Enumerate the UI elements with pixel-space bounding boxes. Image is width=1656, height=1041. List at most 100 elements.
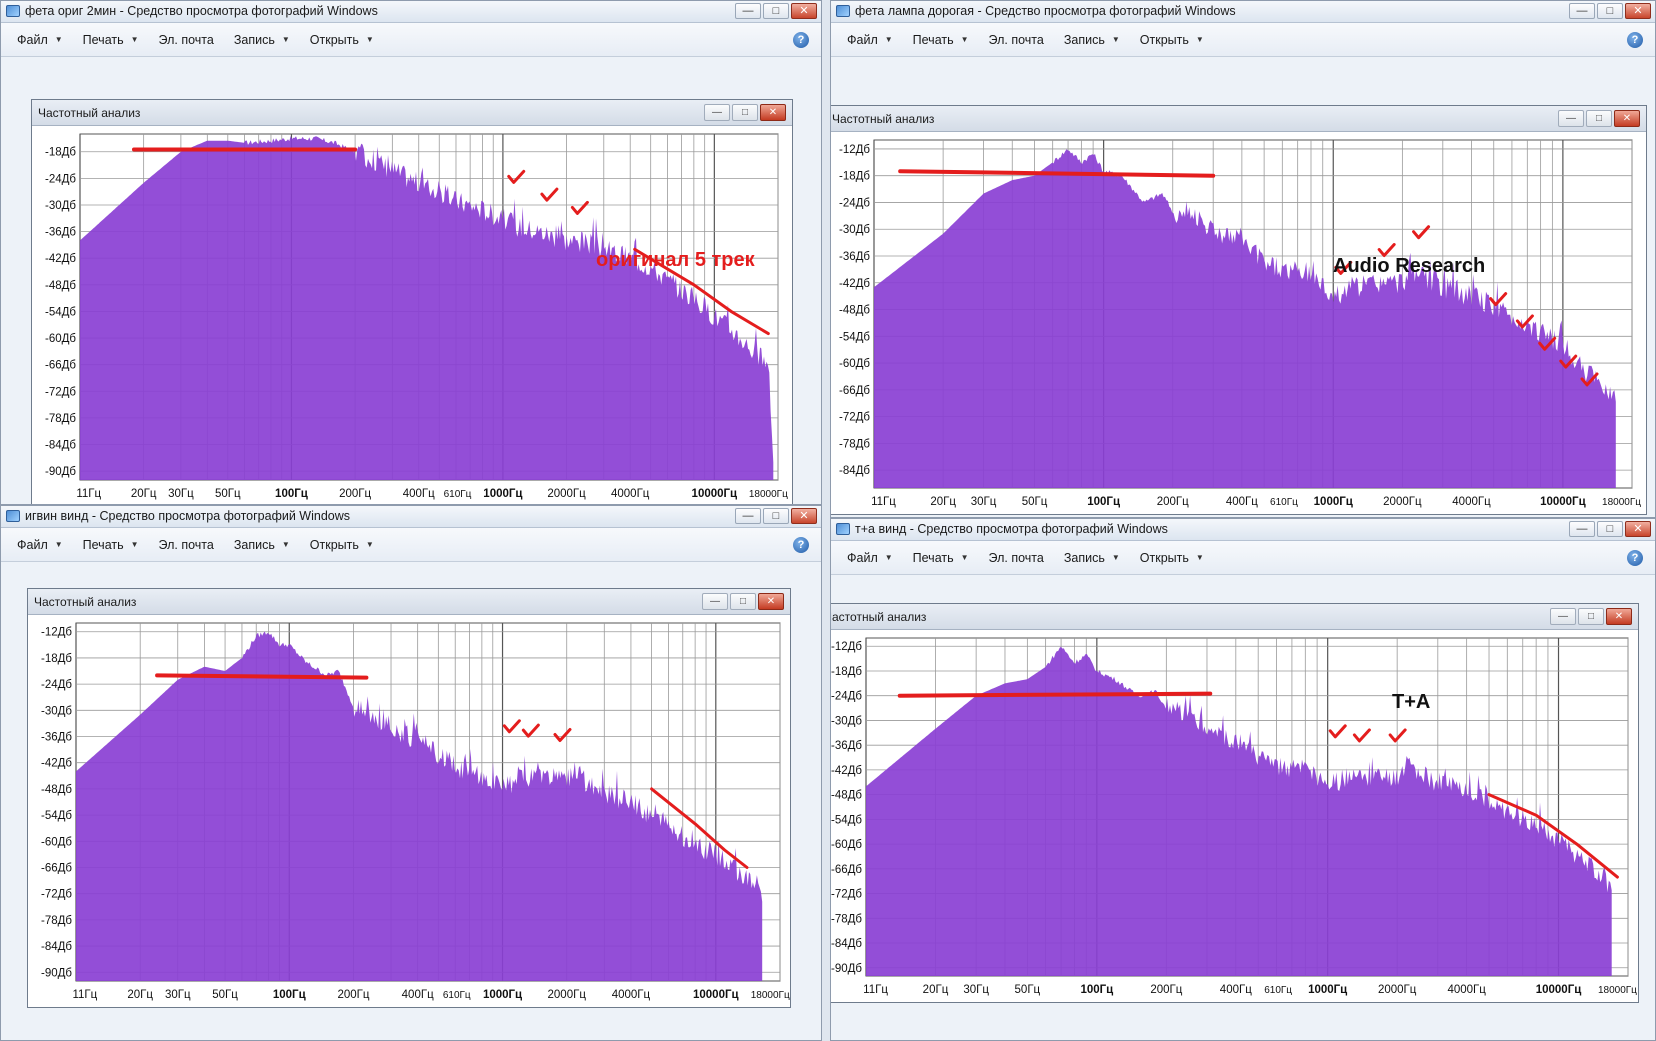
x-tick-label: 20Гц bbox=[131, 488, 157, 500]
menu-print[interactable]: Печать ▼ bbox=[83, 528, 139, 561]
x-tick-label: 200Гц bbox=[339, 488, 371, 500]
menu-email[interactable]: Эл. почта bbox=[989, 23, 1044, 56]
x-tick-label: 10000Гц bbox=[692, 488, 738, 500]
menu-print-label: Печать bbox=[912, 550, 954, 565]
y-tick-label: -18Дб bbox=[45, 147, 76, 159]
window-title: т+а винд - Средство просмотра фотографий… bbox=[855, 522, 1168, 536]
maximize-button[interactable]: □ bbox=[1578, 608, 1604, 625]
close-button[interactable]: ✕ bbox=[1606, 608, 1632, 625]
help-icon[interactable]: ? bbox=[1627, 550, 1643, 566]
menu-open-label: Открыть bbox=[309, 537, 359, 552]
x-tick-label: 18000Гц bbox=[751, 990, 790, 1001]
x-tick-label: 4000Гц bbox=[611, 488, 650, 500]
help-icon[interactable]: ? bbox=[1627, 32, 1643, 48]
window-titlebar[interactable]: игвин винд - Средство просмотра фотограф… bbox=[1, 506, 821, 528]
y-tick-label: -78Дб bbox=[45, 413, 76, 425]
menu-file[interactable]: Файл ▼ bbox=[17, 23, 63, 56]
chevron-down-icon: ▼ bbox=[1195, 552, 1204, 562]
help-icon[interactable]: ? bbox=[793, 537, 809, 553]
menu-burn[interactable]: Запись ▼ bbox=[234, 23, 290, 56]
frequency-analysis-titlebar[interactable]: Частотный анализ — □ ✕ bbox=[831, 106, 1646, 132]
y-tick-label: -18Дб bbox=[839, 171, 870, 183]
menu-email[interactable]: Эл. почта bbox=[159, 528, 214, 561]
menu-open[interactable]: Открыть ▼ bbox=[310, 23, 374, 56]
x-tick-label: 20Гц bbox=[127, 989, 153, 1001]
menu-email[interactable]: Эл. почта bbox=[989, 541, 1044, 574]
help-icon[interactable]: ? bbox=[793, 32, 809, 48]
window-titlebar[interactable]: т+а винд - Средство просмотра фотографий… bbox=[831, 519, 1655, 541]
menu-file[interactable]: Файл ▼ bbox=[17, 528, 63, 561]
y-tick-label: -18Дб bbox=[831, 666, 862, 678]
photo-viewer-window-3: игвин винд - Средство просмотра фотограф… bbox=[0, 505, 822, 1041]
frequency-analysis-titlebar[interactable]: Частотный анализ — □ ✕ bbox=[28, 589, 790, 615]
minimize-button[interactable]: — bbox=[1550, 608, 1576, 625]
minimize-button[interactable]: — bbox=[1569, 521, 1595, 537]
x-tick-label: 100Гц bbox=[1087, 496, 1120, 508]
window-titlebar[interactable]: фета лампа дорогая - Средство просмотра … bbox=[831, 1, 1655, 23]
x-tick-label: 200Гц bbox=[1157, 496, 1189, 508]
x-tick-label: 2000Гц bbox=[1383, 496, 1422, 508]
red-level-line bbox=[897, 691, 1213, 698]
close-button[interactable]: ✕ bbox=[1625, 3, 1651, 19]
y-tick-label: -54Дб bbox=[831, 814, 862, 826]
x-tick-label: 50Гц bbox=[1022, 496, 1048, 508]
handwritten-annotation: оригинал 5 трек bbox=[596, 249, 755, 271]
minimize-button[interactable]: — bbox=[702, 593, 728, 610]
maximize-button[interactable]: □ bbox=[1597, 3, 1623, 19]
y-tick-label: -24Дб bbox=[831, 691, 862, 703]
menu-email[interactable]: Эл. почта bbox=[159, 23, 214, 56]
x-tick-label: 30Гц bbox=[165, 989, 191, 1001]
y-tick-label: -66Дб bbox=[839, 385, 870, 397]
menu-open-label: Открыть bbox=[1139, 32, 1189, 47]
x-tick-label: 400Гц bbox=[402, 989, 434, 1001]
minimize-button[interactable]: — bbox=[704, 104, 730, 121]
minimize-button[interactable]: — bbox=[735, 508, 761, 524]
window-titlebar[interactable]: фета ориг 2мин - Средство просмотра фото… bbox=[1, 1, 821, 23]
photo-viewer-app-icon bbox=[6, 510, 20, 522]
maximize-button[interactable]: □ bbox=[1597, 521, 1623, 537]
maximize-button[interactable]: □ bbox=[763, 508, 789, 524]
menu-burn[interactable]: Запись ▼ bbox=[1064, 541, 1120, 574]
menu-print[interactable]: Печать ▼ bbox=[913, 541, 969, 574]
menu-print-label: Печать bbox=[82, 537, 124, 552]
close-button[interactable]: ✕ bbox=[791, 3, 817, 19]
y-tick-label: -30Дб bbox=[831, 715, 862, 727]
menu-burn[interactable]: Запись ▼ bbox=[234, 528, 290, 561]
viewer-menubar: Файл ▼ Печать ▼ Эл. почта Запись ▼ Открыть ▼… bbox=[831, 541, 1655, 575]
frequency-analysis-titlebar[interactable]: Частотный анализ — □ ✕ bbox=[831, 604, 1638, 630]
close-button[interactable]: ✕ bbox=[758, 593, 784, 610]
menu-file-label: Файл bbox=[847, 550, 878, 565]
x-tick-label: 18000Гц bbox=[749, 489, 788, 500]
maximize-button[interactable]: □ bbox=[730, 593, 756, 610]
close-button[interactable]: ✕ bbox=[791, 508, 817, 524]
maximize-button[interactable]: □ bbox=[1586, 110, 1612, 127]
y-tick-label: -48Дб bbox=[831, 790, 862, 802]
menu-print[interactable]: Печать ▼ bbox=[83, 23, 139, 56]
y-tick-label: -54Дб bbox=[45, 306, 76, 318]
x-tick-label: 30Гц bbox=[971, 496, 997, 508]
close-button[interactable]: ✕ bbox=[1625, 521, 1651, 537]
x-tick-label: 50Гц bbox=[215, 488, 241, 500]
menu-open[interactable]: Открыть ▼ bbox=[1140, 23, 1204, 56]
menu-burn[interactable]: Запись ▼ bbox=[1064, 23, 1120, 56]
minimize-button[interactable]: — bbox=[1558, 110, 1584, 127]
menu-file[interactable]: Файл ▼ bbox=[847, 23, 893, 56]
menu-open[interactable]: Открыть ▼ bbox=[1140, 541, 1204, 574]
menu-print-label: Печать bbox=[82, 32, 124, 47]
minimize-button[interactable]: — bbox=[735, 3, 761, 19]
menu-file[interactable]: Файл ▼ bbox=[847, 541, 893, 574]
maximize-button[interactable]: □ bbox=[732, 104, 758, 121]
close-button[interactable]: ✕ bbox=[1614, 110, 1640, 127]
frequency-analysis-window: Частотный анализ — □ ✕ -12Дб -18Дб -24Дб -3… bbox=[27, 588, 791, 1008]
close-button[interactable]: ✕ bbox=[760, 104, 786, 121]
menu-open[interactable]: Открыть ▼ bbox=[310, 528, 374, 561]
minimize-button[interactable]: — bbox=[1569, 3, 1595, 19]
x-tick-label: 1000Гц bbox=[1314, 496, 1353, 508]
photo-viewer-app-icon bbox=[836, 523, 850, 535]
x-tick-label: 10000Гц bbox=[1540, 496, 1586, 508]
x-tick-label: 100Гц bbox=[273, 989, 306, 1001]
frequency-analysis-titlebar[interactable]: Частотный анализ — □ ✕ bbox=[32, 100, 792, 126]
maximize-button[interactable]: □ bbox=[763, 3, 789, 19]
menu-print[interactable]: Печать ▼ bbox=[913, 23, 969, 56]
x-tick-label: 400Гц bbox=[403, 488, 435, 500]
